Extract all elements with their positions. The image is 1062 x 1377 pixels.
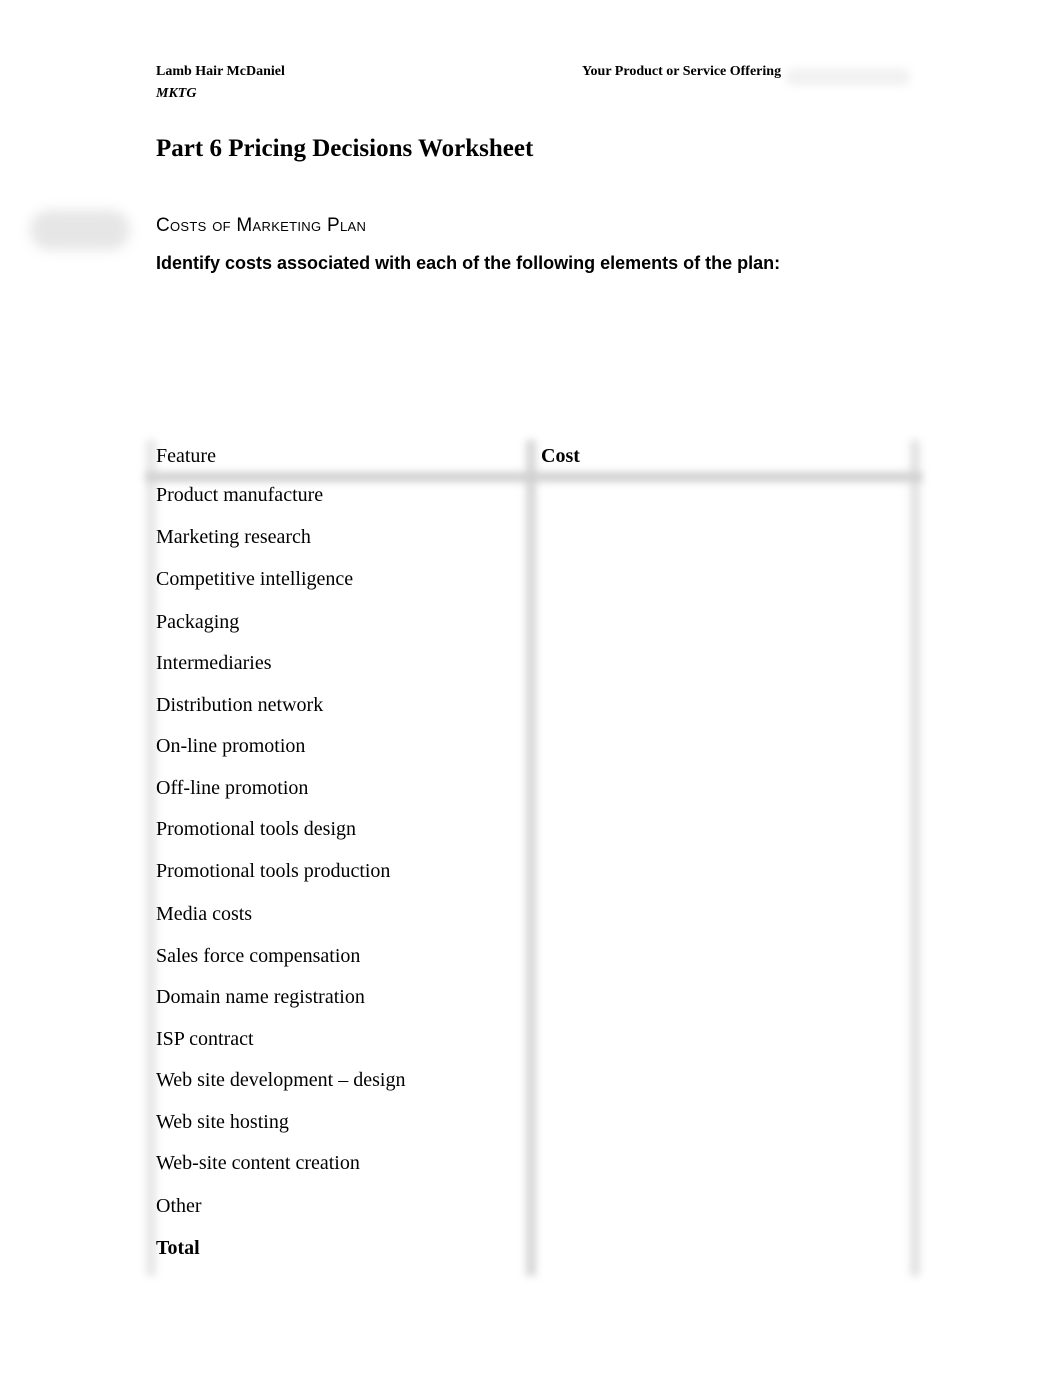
table-row-cost[interactable] [541,1111,901,1141]
column-header-feature: Feature [156,445,216,467]
table-row-feature: Competitive intelligence [156,568,354,590]
table-border-middle [526,440,536,1276]
table-row-feature: Web site development – design [156,1069,406,1091]
table-row-cost[interactable] [541,860,901,890]
cost-table: Feature Cost Product manufacture Marketin… [146,440,922,1276]
table-row-cost[interactable] [541,903,901,933]
table-row-cost[interactable] [541,818,901,848]
table-row-cost[interactable] [541,694,901,724]
table-row-cost[interactable] [541,986,901,1016]
table-row-feature: Web site hosting [156,1111,289,1133]
table-row-cost[interactable] [541,1028,901,1058]
table-row-feature: On-line promotion [156,735,306,757]
table-row-feature: Product manufacture [156,484,324,506]
table-row-cost[interactable] [541,735,901,765]
header-product-label: Your Product or Service Offering [582,64,782,79]
table-row-feature: Domain name registration [156,986,365,1008]
table-row-feature: Promotional tools production [156,860,391,882]
table-row-feature: Off-line promotion [156,777,309,799]
table-border-left [146,440,156,1276]
instructions: Identify costs associated with each of t… [156,253,781,273]
table-row-feature: Other [156,1195,202,1217]
table-row-feature: Promotional tools design [156,818,356,840]
section-title: Costs of Marketing Plan [156,215,367,236]
table-row-cost[interactable] [541,777,901,807]
table-row-feature: Web-site content creation [156,1152,360,1174]
logo-icon [30,210,130,250]
table-row-feature: Packaging [156,611,240,633]
table-row-feature: Media costs [156,903,253,925]
header-authors: Lamb Hair McDaniel [156,64,285,79]
table-row-cost[interactable] [541,1069,901,1099]
table-total-value[interactable] [541,1237,901,1267]
table-border-right [910,440,920,1276]
page-title: Part 6 Pricing Decisions Worksheet [156,135,534,162]
table-row-feature: Marketing research [156,526,311,548]
table-row-feature: ISP contract [156,1028,254,1050]
table-row-feature: Sales force compensation [156,945,361,967]
table-row-cost[interactable] [541,1195,901,1225]
table-row-feature: Intermediaries [156,652,272,674]
table-total-label: Total [156,1237,200,1259]
header-product-field [786,68,910,86]
column-header-cost: Cost [541,445,580,467]
table-row-cost[interactable] [541,611,901,641]
table-row-cost[interactable] [541,484,901,514]
table-row-cost[interactable] [541,526,901,556]
table-row-feature: Distribution network [156,694,324,716]
table-row-cost[interactable] [541,568,901,598]
table-row-cost[interactable] [541,652,901,682]
table-row-cost[interactable] [541,945,901,975]
header-book: MKTG [156,86,197,101]
table-header-divider [146,472,922,482]
table-row-cost[interactable] [541,1152,901,1182]
